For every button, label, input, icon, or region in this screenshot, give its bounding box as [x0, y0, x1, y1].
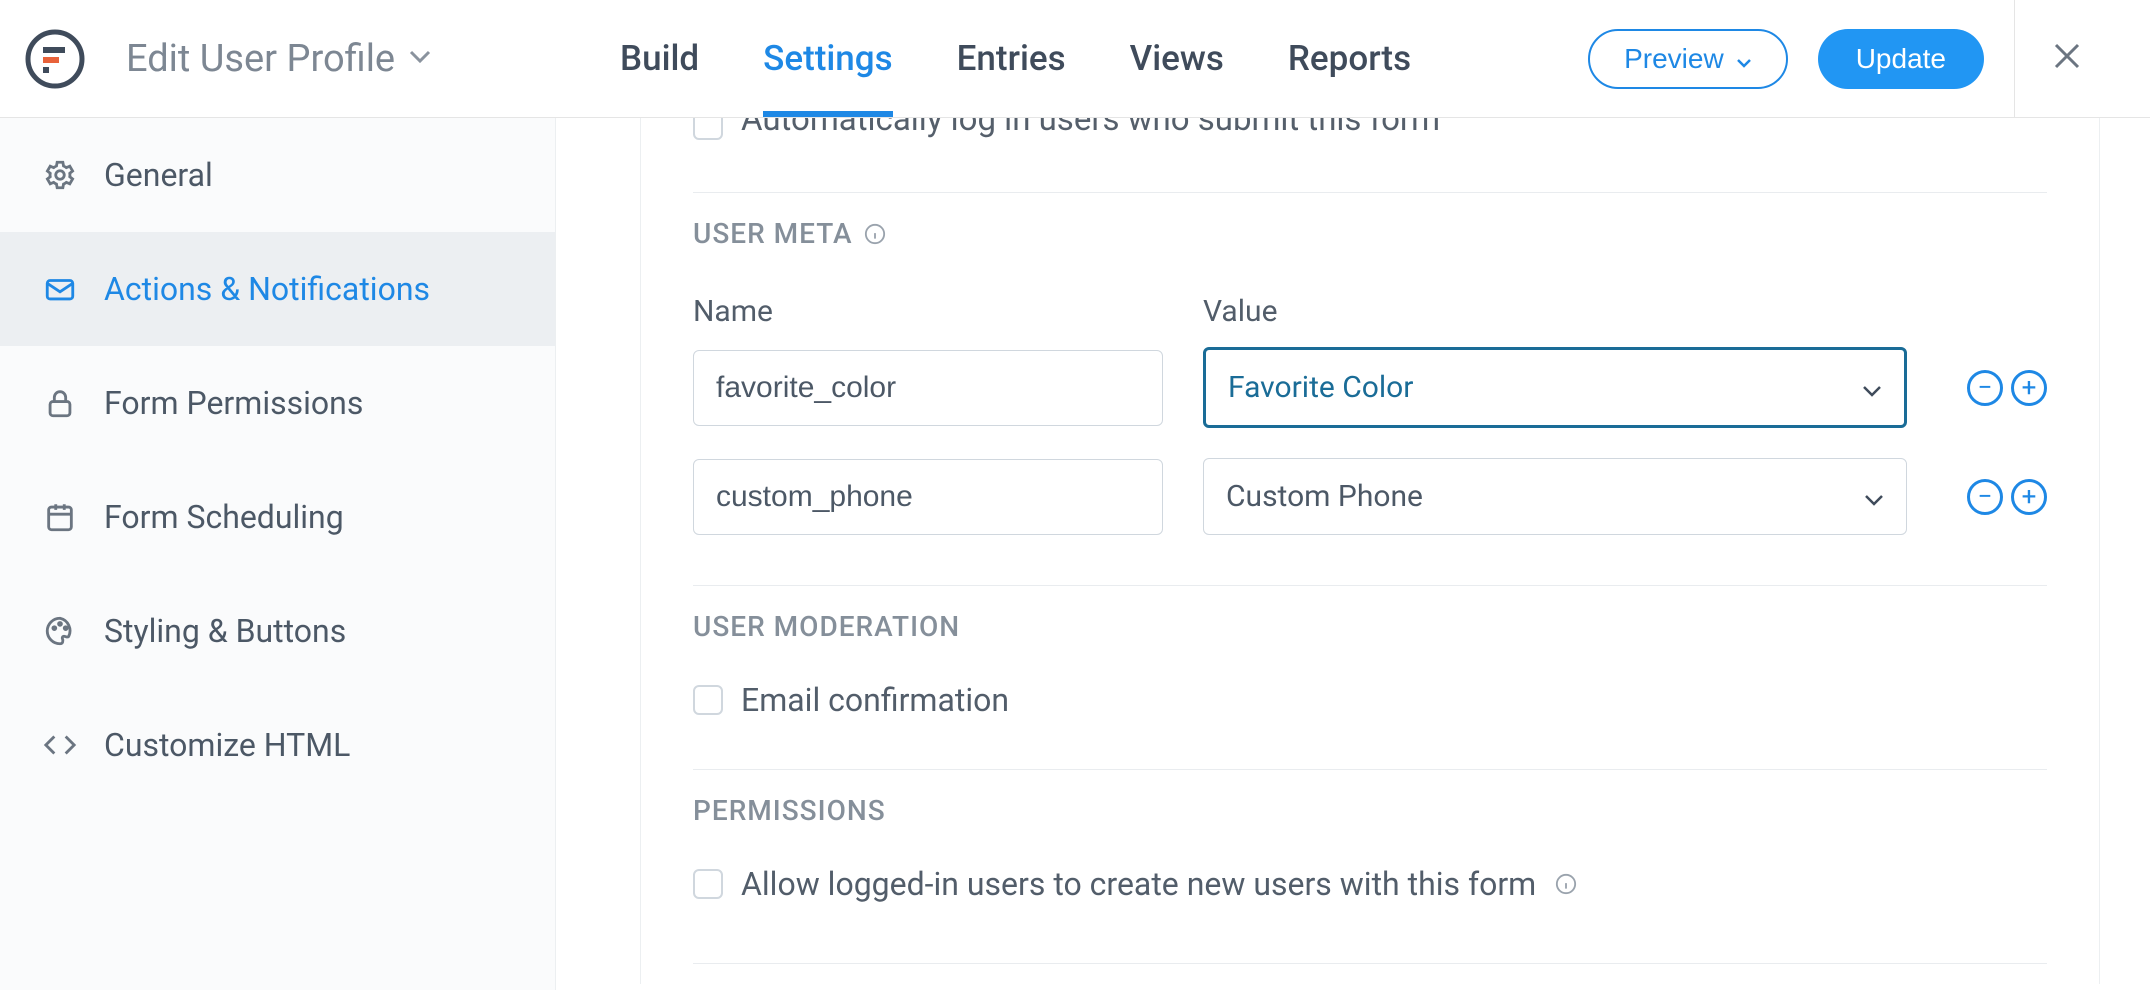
- sidebar-item-label: Actions & Notifications: [104, 270, 430, 308]
- sidebar-item-styling[interactable]: Styling & Buttons: [0, 574, 555, 688]
- page-title-dropdown[interactable]: Edit User Profile: [126, 37, 431, 81]
- remove-row-button[interactable]: −: [1967, 479, 2003, 515]
- sidebar-item-scheduling[interactable]: Form Scheduling: [0, 460, 555, 574]
- email-confirmation-label: Email confirmation: [741, 681, 1009, 719]
- sidebar-item-label: Customize HTML: [104, 726, 350, 764]
- section-title-text: USER MODERATION: [693, 610, 960, 643]
- gear-icon: [40, 158, 80, 192]
- meta-row: Favorite Color − +: [693, 347, 2047, 428]
- page-title: Edit User Profile: [126, 37, 395, 81]
- caret-down-icon: [1736, 43, 1752, 75]
- add-row-button[interactable]: +: [2011, 479, 2047, 515]
- sidebar-item-general[interactable]: General: [0, 118, 555, 232]
- auto-login-row: Automatically log in users who submit th…: [693, 118, 2047, 140]
- meta-name-input[interactable]: [693, 350, 1163, 426]
- tab-settings[interactable]: Settings: [763, 0, 893, 119]
- column-header-name: Name: [693, 294, 1163, 329]
- add-row-button[interactable]: +: [2011, 370, 2047, 406]
- meta-row: Custom Phone − +: [693, 458, 2047, 535]
- section-divider: [693, 769, 2047, 770]
- meta-value-select[interactable]: Favorite Color: [1203, 347, 1907, 428]
- section-title-text: USER META: [693, 217, 853, 250]
- section-divider: [693, 963, 2047, 964]
- meta-value-select[interactable]: Custom Phone: [1203, 458, 1907, 535]
- section-divider: [693, 585, 2047, 586]
- info-icon[interactable]: [863, 222, 887, 246]
- chevron-down-icon: [1862, 370, 1882, 405]
- allow-logged-in-row: Allow logged-in users to create new user…: [693, 865, 2047, 903]
- auto-login-checkbox[interactable]: [693, 118, 723, 140]
- palette-icon: [40, 614, 80, 648]
- app-logo: [24, 28, 86, 90]
- sidebar-item-customize-html[interactable]: Customize HTML: [0, 688, 555, 802]
- allow-logged-in-label: Allow logged-in users to create new user…: [741, 865, 1536, 903]
- nav-tabs: Build Settings Entries Views Reports: [620, 0, 1411, 117]
- column-header-value: Value: [1203, 294, 1278, 329]
- sidebar-item-actions[interactable]: Actions & Notifications: [0, 232, 555, 346]
- section-title-user-meta: USER META: [693, 217, 2047, 250]
- mail-icon: [40, 272, 80, 306]
- top-bar: Edit User Profile Build Settings Entries…: [0, 0, 2150, 118]
- meta-value-selected-label: Favorite Color: [1228, 370, 1413, 405]
- sidebar-item-label: Form Permissions: [104, 384, 363, 422]
- preview-button[interactable]: Preview: [1588, 29, 1788, 89]
- tab-build[interactable]: Build: [620, 0, 699, 119]
- meta-name-input[interactable]: [693, 459, 1163, 535]
- auto-login-label: Automatically log in users who submit th…: [741, 118, 1440, 139]
- close-icon[interactable]: [2052, 38, 2082, 80]
- section-title-user-moderation: USER MODERATION: [693, 610, 2047, 643]
- section-title-text: PERMISSIONS: [693, 794, 886, 827]
- chevron-down-icon: [1864, 479, 1884, 514]
- settings-sidebar: General Actions & Notifications Form Per…: [0, 118, 556, 990]
- remove-row-button[interactable]: −: [1967, 370, 2003, 406]
- info-icon[interactable]: [1554, 872, 1578, 896]
- update-button[interactable]: Update: [1818, 29, 1984, 89]
- preview-label: Preview: [1624, 43, 1724, 75]
- section-title-permissions: PERMISSIONS: [693, 794, 2047, 827]
- meta-row-actions: − +: [1967, 370, 2047, 406]
- meta-row-actions: − +: [1967, 479, 2047, 515]
- calendar-icon: [40, 500, 80, 534]
- main-panel: Automatically log in users who submit th…: [556, 118, 2150, 990]
- allow-logged-in-checkbox[interactable]: [693, 869, 723, 899]
- sidebar-item-label: General: [104, 156, 213, 194]
- meta-columns-header: Name Value: [693, 294, 2047, 329]
- topbar-actions: Preview Update: [1588, 0, 2150, 117]
- lock-icon: [40, 386, 80, 420]
- body-row: General Actions & Notifications Form Per…: [0, 118, 2150, 990]
- tab-reports[interactable]: Reports: [1288, 0, 1411, 119]
- tab-views[interactable]: Views: [1130, 0, 1224, 119]
- sidebar-item-permissions[interactable]: Form Permissions: [0, 346, 555, 460]
- email-confirmation-row: Email confirmation: [693, 681, 2047, 719]
- caret-down-icon: [409, 49, 431, 68]
- tab-entries[interactable]: Entries: [957, 0, 1066, 119]
- meta-value-selected-label: Custom Phone: [1226, 479, 1423, 514]
- sidebar-item-label: Styling & Buttons: [104, 612, 346, 650]
- email-confirmation-checkbox[interactable]: [693, 685, 723, 715]
- section-divider: [693, 192, 2047, 193]
- close-panel: [2014, 0, 2118, 117]
- form-column: Automatically log in users who submit th…: [640, 118, 2100, 984]
- sidebar-item-label: Form Scheduling: [104, 498, 344, 536]
- code-icon: [40, 728, 80, 762]
